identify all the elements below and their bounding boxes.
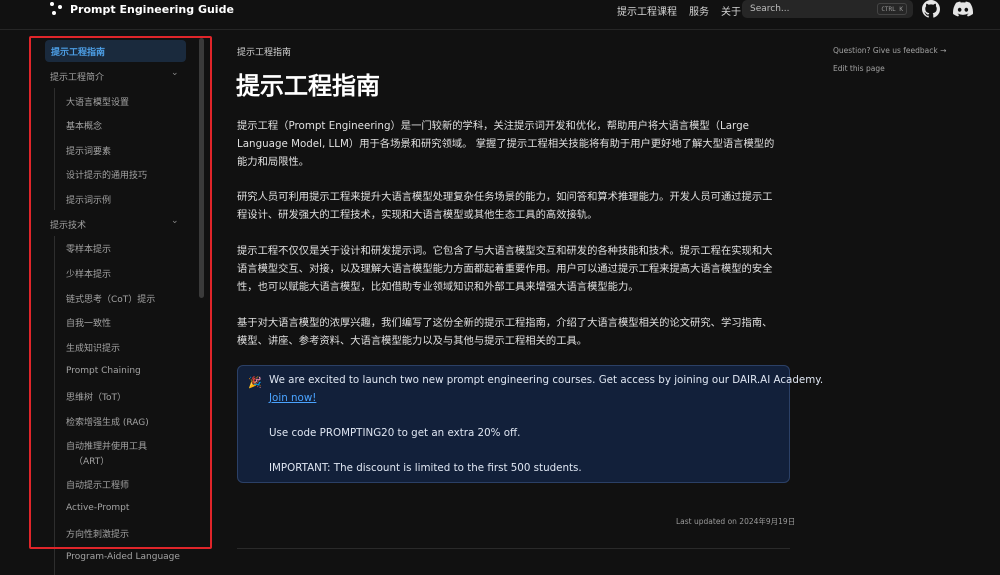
search-shortcut-hint: CTRL K [877, 3, 907, 15]
chevron-down-icon[interactable]: ⌄ [171, 68, 179, 78]
sidebar-indent-line [54, 236, 55, 575]
join-now-link[interactable]: Join now! [269, 392, 316, 404]
intro-paragraph-3: 提示工程不仅仅是关于设计和研发提示词。它包含了与大语言模型交互和研发的各种技能和… [237, 242, 793, 296]
sidebar-section-intro[interactable]: 提示工程简介 [50, 70, 104, 83]
last-updated: Last updated on 2024年9月19日 [676, 517, 796, 526]
sidebar-nav: 提示工程指南 提示工程简介 ⌄ 大语言模型设置 基本概念 提示词要素 设计提示的… [38, 38, 208, 575]
sidebar-item-art-suffix[interactable]: （ART） [74, 454, 109, 467]
page-title: 提示工程指南 [236, 72, 380, 100]
sidebar-item-elements[interactable]: 提示词要素 [66, 144, 111, 157]
logo-text: Prompt Engineering Guide [70, 2, 234, 16]
sidebar-item-consistency[interactable]: 自我一致性 [66, 316, 111, 329]
callout-text-code: Use code PROMPTING20 to get an extra 20%… [269, 427, 521, 439]
sidebar-item-rag[interactable]: 检索增强生成 (RAG) [66, 415, 149, 428]
text-line: Language Model, LLM）用于各场景和研究领域。 掌握了提示工程相… [237, 138, 775, 150]
sidebar-item-examples[interactable]: 提示词示例 [66, 193, 111, 206]
feedback-link[interactable]: Question? Give us feedback → [833, 46, 946, 55]
discord-icon[interactable] [953, 0, 974, 18]
edit-page-link[interactable]: Edit this page [833, 64, 885, 73]
sidebar-item-cot[interactable]: 链式思考（CoT）提示 [66, 292, 155, 305]
intro-paragraph-2: 研究人员可利用提示工程来提升大语言模型处理复杂任务场景的能力，如问答和算术推理能… [237, 188, 793, 224]
sidebar-item-art[interactable]: 自动推理并使用工具 [66, 439, 147, 452]
search-box[interactable]: CTRL K [742, 0, 913, 18]
sidebar-scrollbar[interactable] [199, 38, 204, 298]
sidebar-section-techniques[interactable]: 提示技术 [50, 218, 86, 231]
nav-link-about[interactable]: 关于 [721, 3, 741, 18]
sidebar-item-few-shot[interactable]: 少样本提示 [66, 267, 111, 280]
sidebar-item-zero-shot[interactable]: 零样本提示 [66, 242, 111, 255]
text-line: 模型、讲座、参考资料、大语言模型能力以及与其他与提示工程相关的工具。 [237, 335, 588, 347]
sidebar-item-knowledge[interactable]: 生成知识提示 [66, 341, 120, 354]
sidebar-item-basics[interactable]: 基本概念 [66, 119, 102, 132]
logo-icon [50, 2, 64, 16]
github-icon[interactable] [922, 0, 941, 18]
sidebar-item-prompt-chaining[interactable]: Prompt Chaining [66, 366, 141, 376]
sidebar-item-llm-settings[interactable]: 大语言模型设置 [66, 95, 129, 108]
sidebar-item-tot[interactable]: 思维树（ToT） [66, 390, 126, 403]
sidebar-item-pal[interactable]: Program-Aided Language [66, 552, 180, 562]
callout-text-launch: We are excited to launch two new prompt … [269, 374, 824, 386]
site-logo[interactable]: Prompt Engineering Guide [50, 1, 234, 17]
breadcrumb[interactable]: 提示工程指南 [237, 45, 291, 58]
search-input[interactable] [742, 0, 872, 18]
text-line: 提示工程（Prompt Engineering）是一门较新的学科，关注提示词开发… [237, 120, 749, 132]
sidebar-indent-line [54, 88, 55, 210]
nav-link-courses[interactable]: 提示工程课程 [617, 3, 677, 18]
text-line: 性，也可以赋能大语言模型，比如借助专业领域知识和外部工具来增强大语言模型能力。 [237, 281, 639, 293]
text-line: 语言模型交互、对接，以及理解大语言模型能力方面都起着重要作用。用户可以通过提示工… [237, 263, 773, 275]
text-line: 基于对大语言模型的浓厚兴趣，我们编写了这份全新的提示工程指南，介绍了大语言模型相… [237, 317, 773, 329]
top-nav-links: 提示工程课程 服务 关于 [617, 3, 741, 18]
text-line: 提示工程不仅仅是关于设计和研发提示词。它包含了与大语言模型交互和研发的各种技能和… [237, 245, 773, 257]
intro-paragraph-4: 基于对大语言模型的浓厚兴趣，我们编写了这份全新的提示工程指南，介绍了大语言模型相… [237, 314, 793, 350]
sidebar-item-active[interactable]: 提示工程指南 [45, 40, 186, 62]
callout-text-important: IMPORTANT: The discount is limited to th… [269, 462, 582, 474]
party-popper-icon: 🎉 [248, 376, 262, 389]
chevron-down-icon[interactable]: ⌄ [171, 216, 179, 226]
sidebar-item-active-prompt[interactable]: Active-Prompt [66, 503, 129, 513]
sidebar-item-tips[interactable]: 设计提示的通用技巧 [66, 168, 147, 181]
text-line: 能力和局限性。 [237, 156, 310, 168]
content-divider [237, 548, 790, 549]
sidebar-item-dsp[interactable]: 方向性刺激提示 [66, 527, 129, 540]
text-line: 程设计、研发强大的工程技术，实现和大语言模型或其他生态工具的高效接轨。 [237, 209, 598, 221]
top-navbar: Prompt Engineering Guide 提示工程课程 服务 关于 CT… [0, 0, 1000, 30]
nav-link-services[interactable]: 服务 [689, 3, 709, 18]
sidebar-item-ape[interactable]: 自动提示工程师 [66, 478, 129, 491]
intro-paragraph-1: 提示工程（Prompt Engineering）是一门较新的学科，关注提示词开发… [237, 117, 793, 171]
announcement-callout: 🎉 We are excited to launch two new promp… [237, 365, 823, 483]
text-line: 研究人员可利用提示工程来提升大语言模型处理复杂任务场景的能力，如问答和算术推理能… [237, 191, 773, 203]
